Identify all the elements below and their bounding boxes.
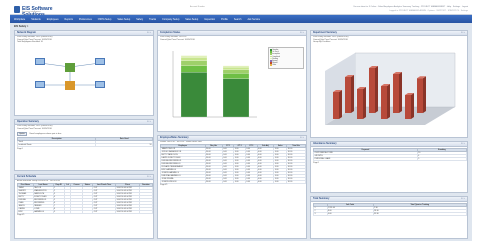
table-cell: 5 bbox=[416, 157, 468, 161]
nav-item[interactable]: Inspection bbox=[204, 18, 215, 21]
panel-schedule: Current Schedule ⚙ ✕ Active Instructor Gr… bbox=[14, 174, 154, 239]
panel-title: Department Summary bbox=[313, 32, 337, 34]
panel-title: Operation Summary bbox=[17, 121, 39, 123]
panel-tools-icon[interactable]: ⚙ ✕ bbox=[147, 121, 151, 123]
department-3d-chart bbox=[325, 52, 456, 125]
breadcrumb[interactable]: EIS Safety > bbox=[14, 25, 28, 28]
nav-item[interactable]: Workplace bbox=[14, 18, 25, 21]
bar bbox=[333, 90, 342, 119]
note-text: Email employees whose quiz is due bbox=[29, 132, 62, 135]
panel-attendance: Attendance Summary ⚙ ✕ Keyword Standing CUS… bbox=[310, 141, 468, 193]
bar bbox=[345, 75, 354, 113]
panel-title: Total Summary bbox=[313, 198, 330, 200]
nav-item[interactable]: Employees bbox=[47, 18, 59, 21]
panel-tools-icon[interactable]: ⚙ ✕ bbox=[461, 198, 465, 200]
panel-department: Department Summary ⚙ ✕ Pass Policy Versio… bbox=[310, 30, 468, 138]
chart-legend: Overdue On Track Incomplete Completed Pendin… bbox=[268, 47, 304, 69]
bar bbox=[393, 72, 402, 113]
pager[interactable]: Page1/1 bbox=[158, 184, 306, 187]
nav-item[interactable]: Ask Service bbox=[247, 18, 260, 21]
info-line: Course/Quiz Pass Percent: 10/05/2016 bbox=[160, 38, 195, 41]
panel-tools-icon[interactable]: ⚙ ✕ bbox=[461, 143, 465, 145]
panel-network: Network Diagram ⚙ ✕ Pass Policy Version: … bbox=[14, 30, 154, 116]
schedule-table: First Name Last Name Emp ID Lvl Course Status… bbox=[17, 182, 154, 214]
panel-title: Attendance Summary bbox=[313, 143, 337, 145]
legend-entry: Other bbox=[270, 64, 302, 67]
operation-table: Description Date Used Track Incidental Ro… bbox=[16, 137, 153, 148]
nav-item[interactable]: Students bbox=[31, 18, 40, 21]
nav-item[interactable]: Search bbox=[234, 18, 242, 21]
legend-label: Other bbox=[272, 65, 277, 67]
table-row[interactable]: PERSONAL LEAVE 5 bbox=[313, 157, 468, 161]
stacked-chart bbox=[172, 51, 257, 118]
panel-title: Network Diagram bbox=[17, 32, 36, 34]
nav-item[interactable]: Preferences bbox=[79, 18, 92, 21]
bar-segment bbox=[180, 57, 208, 61]
nav-item[interactable]: Sales Setup bbox=[117, 18, 130, 21]
panel-title: Current Schedule bbox=[17, 176, 37, 178]
header-info-secondary: Logged in: PROJECT MANAGER ADMIN · Optio… bbox=[389, 10, 468, 12]
main-nav: Workplace Students Employees Reports Prefere… bbox=[10, 15, 472, 23]
panel-completion: Completion Status ⚙ ✕ Pass Policy Version… bbox=[157, 30, 307, 132]
table-cell: 10 bbox=[95, 143, 153, 148]
nav-item[interactable]: Sales Setup bbox=[185, 18, 198, 21]
table-cell: 0.00 bbox=[326, 212, 374, 216]
bar-segment bbox=[222, 69, 250, 74]
panel-title: Employee/Sales Summary bbox=[160, 137, 189, 139]
nav-item[interactable]: OSHA Setup bbox=[98, 18, 112, 21]
bar-segment bbox=[222, 65, 250, 68]
bar-segment bbox=[180, 65, 208, 73]
pager[interactable]: Page1 bbox=[311, 162, 467, 165]
bar bbox=[369, 66, 378, 113]
panel-tools-icon[interactable]: ⚙ ✕ bbox=[147, 176, 151, 178]
panel-tools-icon[interactable]: ⚙ ✕ bbox=[147, 32, 151, 34]
panel-employee: Employee/Sales Summary ⚙ ✕ Period: 10/01/… bbox=[157, 135, 307, 239]
bar bbox=[381, 84, 390, 119]
info-line: Total Employees Enrolled: 10 bbox=[17, 41, 43, 44]
bar-segment bbox=[180, 60, 208, 66]
bar-segment bbox=[180, 72, 208, 118]
bar-segment bbox=[180, 55, 208, 58]
account-label: Account Number bbox=[190, 6, 205, 8]
table-row[interactable]: 3 0.00 39.30 bbox=[313, 212, 468, 216]
pager[interactable]: Page1/1 bbox=[15, 214, 153, 217]
panel-tools-icon[interactable]: ⚙ ✕ bbox=[300, 137, 304, 139]
table-row[interactable]: Incidental Route 10 bbox=[16, 143, 153, 148]
panel-totals: Total Summary ⚙ ✕ Job Code Total Quarter T… bbox=[310, 196, 468, 239]
panel-tools-icon[interactable]: ⚙ ✕ bbox=[300, 32, 304, 34]
table-cell: PERSONAL LEAVE bbox=[313, 157, 418, 161]
bar-segment bbox=[222, 78, 250, 118]
update-button[interactable]: Update bbox=[17, 131, 27, 136]
bar bbox=[417, 76, 426, 113]
bar-segment bbox=[222, 66, 250, 70]
table-cell: Incidental Route bbox=[16, 143, 97, 148]
panel-tools-icon[interactable]: ⚙ ✕ bbox=[461, 32, 465, 34]
nav-item[interactable]: Company Setup bbox=[162, 18, 179, 21]
brand-subtitle: Business intelligence bbox=[22, 11, 41, 13]
nav-item[interactable]: Reports bbox=[65, 18, 73, 21]
bar-segment bbox=[222, 73, 250, 79]
top-bar: EIS Software Solutions Business intellig… bbox=[10, 4, 472, 18]
nav-item[interactable]: Tracks bbox=[149, 18, 156, 21]
employee-table: Employee Req Hrs OT 1 OT 2 OT 3 Sub Adj Sales T… bbox=[160, 143, 306, 184]
logo-mark-icon bbox=[14, 6, 20, 13]
bar bbox=[405, 93, 414, 119]
panel-title: Completion Status bbox=[160, 32, 181, 34]
table-cell: 3 bbox=[313, 212, 328, 216]
network-diagram bbox=[35, 58, 105, 90]
panel-operation: Operation Summary ⚙ ✕ Pass Policy Version… bbox=[14, 119, 154, 171]
header-info: You are about to: 9 Online · Sales/Emplo… bbox=[353, 6, 468, 8]
nav-item[interactable]: Safety bbox=[136, 18, 143, 21]
pager[interactable]: Page1 bbox=[15, 148, 153, 151]
brand-logo[interactable]: EIS Software Solutions Business intellig… bbox=[14, 6, 58, 18]
attendance-table: Keyword Standing CUSTOMER ACCORD 10 GROWTH 4 P… bbox=[313, 148, 468, 161]
bar bbox=[357, 87, 366, 119]
table-cell: 39.30 bbox=[372, 212, 468, 216]
app-window: EIS Software Solutions Business intellig… bbox=[10, 4, 472, 241]
nav-item[interactable]: Profile bbox=[221, 18, 228, 21]
info-line: Group By: Facilities bbox=[313, 41, 331, 44]
totals-table: Job Code Total Quarter Training 1 1 ID1.00 2… bbox=[313, 203, 468, 216]
